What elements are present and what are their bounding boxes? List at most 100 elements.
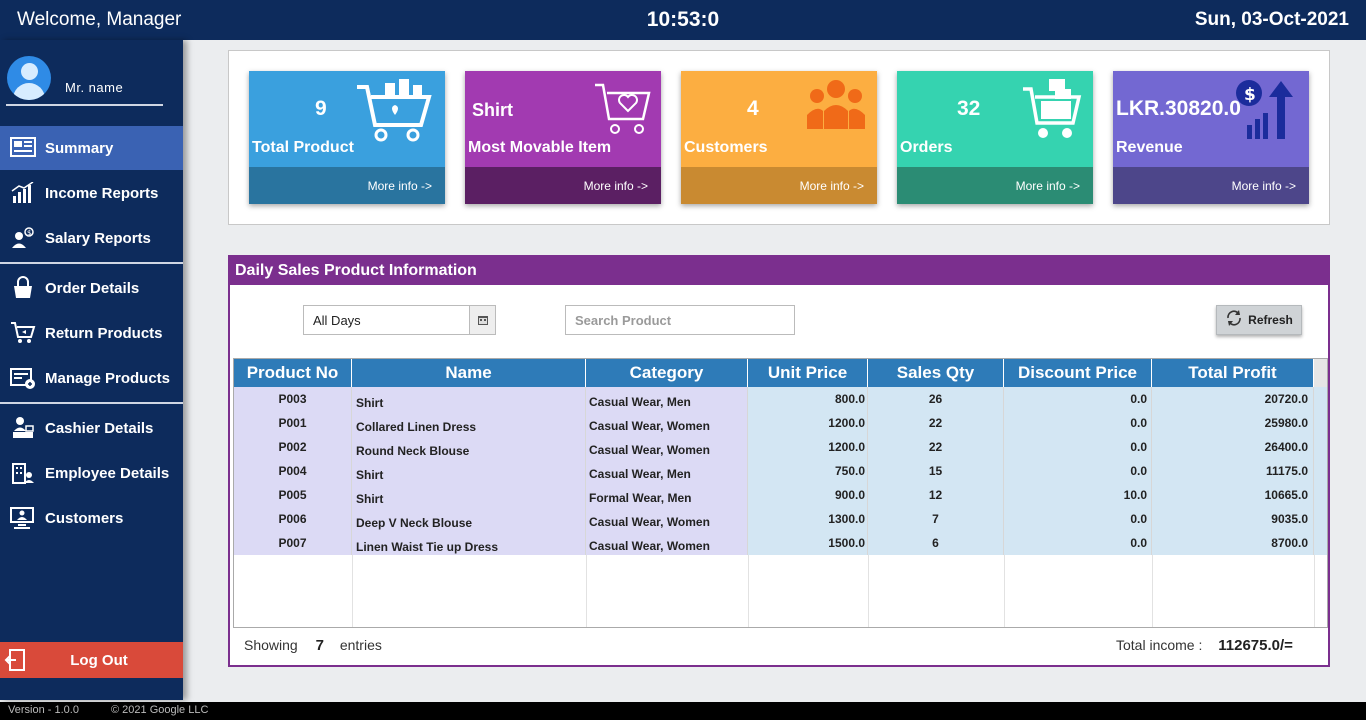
card-footer: More info ->: [897, 167, 1093, 204]
nav-label: Employee Details: [45, 464, 170, 482]
return-cart-icon: [0, 321, 45, 345]
status-footer: Version - 1.0.0 © 2021 Google LLC: [0, 702, 1366, 720]
total-income: Total income : 112675.0/=: [1116, 637, 1293, 654]
card-total-product[interactable]: 9 Total Product More info ->: [249, 71, 445, 204]
refresh-label: Refresh: [1248, 313, 1293, 327]
table-cell: 1200.0: [748, 411, 868, 435]
version-text: Version - 1.0.0: [8, 704, 79, 716]
svg-text:$: $: [27, 229, 31, 237]
table-row[interactable]: P005 Shirt Formal Wear, Men 900.0 12 10.0 1066…: [234, 483, 1327, 507]
card-footer: More info ->: [465, 167, 661, 204]
nav-label: Manage Products: [45, 369, 171, 387]
card-most-movable-item[interactable]: Shirt Most Movable Item More info ->: [465, 71, 661, 204]
income-label: Total income :: [1116, 637, 1203, 653]
filter-value: All Days: [313, 313, 361, 328]
table-cell: 22: [868, 435, 1004, 459]
row-filler: [1314, 531, 1327, 555]
table-cell: 11175.0: [1152, 459, 1314, 483]
table-row[interactable]: P007 Linen Waist Tie up Dress Casual Wear,…: [234, 531, 1327, 555]
table-cell: Shirt: [352, 483, 586, 507]
sidebar-item-customers[interactable]: Customers: [0, 496, 183, 540]
table-header: Product No Name Category Unit Price Sale…: [234, 359, 1314, 387]
sidebar-item-income-reports[interactable]: Income Reports: [0, 171, 183, 215]
sidebar-item-summary[interactable]: Summary: [0, 126, 183, 170]
column-header[interactable]: Discount Price: [1004, 359, 1152, 387]
card-customers[interactable]: 4 Customers More info ->: [681, 71, 877, 204]
table-cell: P007: [234, 531, 352, 555]
sidebar-item-order-details[interactable]: Order Details: [0, 266, 183, 310]
table-cell: 0.0: [1004, 435, 1152, 459]
table-cell: 22: [868, 411, 1004, 435]
table-row[interactable]: P004 Shirt Casual Wear, Men 750.0 15 0.0 11175…: [234, 459, 1327, 483]
more-info-link[interactable]: More info ->: [368, 179, 432, 193]
more-info-link[interactable]: More info ->: [584, 179, 648, 193]
sidebar-item-salary-reports[interactable]: $ Salary Reports: [0, 216, 183, 260]
refresh-icon: [1225, 309, 1243, 332]
entries-summary: Showing 7 entries: [244, 637, 382, 654]
card-footer: More info ->: [1113, 167, 1309, 204]
table-cell: Round Neck Blouse: [352, 435, 586, 459]
table-cell: Shirt: [352, 459, 586, 483]
table-cell: 6: [868, 531, 1004, 555]
sales-panel: Daily Sales Product Information All Days…: [228, 255, 1330, 667]
more-info-link[interactable]: More info ->: [800, 179, 864, 193]
row-filler: [1314, 411, 1327, 435]
table-cell: Formal Wear, Men: [586, 483, 748, 507]
user-name: Mr. name: [65, 80, 124, 95]
table-cell: P002: [234, 435, 352, 459]
product-cart-icon: [355, 79, 435, 154]
table-cell: 15: [868, 459, 1004, 483]
column-header[interactable]: Unit Price: [748, 359, 868, 387]
table-cell: Casual Wear, Men: [586, 387, 748, 411]
table-cell: 0.0: [1004, 459, 1152, 483]
search-product-input[interactable]: [565, 305, 795, 335]
table-cell: Linen Waist Tie up Dress: [352, 531, 586, 555]
table-cell: Collared Linen Dress: [352, 411, 586, 435]
day-filter-dropdown[interactable]: All Days: [303, 305, 496, 335]
card-value: Shirt: [472, 100, 514, 120]
more-info-link[interactable]: More info ->: [1016, 179, 1080, 193]
sidebar-item-employee-details[interactable]: Employee Details: [0, 451, 183, 495]
column-header[interactable]: Sales Qty: [868, 359, 1004, 387]
table-cell: Casual Wear, Women: [586, 531, 748, 555]
refresh-button[interactable]: Refresh: [1216, 305, 1302, 335]
card-value: LKR.30820.0: [1116, 97, 1241, 120]
welcome-text: Welcome, Manager: [17, 9, 182, 30]
sidebar-item-manage-products[interactable]: Manage Products: [0, 356, 183, 400]
card-label: Orders: [900, 139, 953, 156]
card-orders[interactable]: 32 Orders More info ->: [897, 71, 1093, 204]
table-cell: 1300.0: [748, 507, 868, 531]
income-chart-icon: [0, 182, 45, 204]
row-filler: [1314, 483, 1327, 507]
column-header[interactable]: Product No: [234, 359, 352, 387]
top-bar: Welcome, Manager 10:53:0 Sun, 03-Oct-202…: [0, 0, 1366, 40]
table-row[interactable]: P003 Shirt Casual Wear, Men 800.0 26 0.0 20720…: [234, 387, 1327, 411]
column-header[interactable]: Name: [352, 359, 586, 387]
more-info-link[interactable]: More info ->: [1232, 179, 1296, 193]
sidebar-item-return-products[interactable]: Return Products: [0, 311, 183, 355]
column-header[interactable]: Category: [586, 359, 748, 387]
logout-button[interactable]: Log Out: [0, 642, 183, 678]
table-cell: Casual Wear, Men: [586, 459, 748, 483]
sidebar: Mr. name Summary Income Reports $ Salary…: [0, 40, 183, 700]
table-cell: Casual Wear, Women: [586, 411, 748, 435]
table-scrollbar[interactable]: [1314, 359, 1327, 387]
table-row[interactable]: P001 Collared Linen Dress Casual Wear, Wom…: [234, 411, 1327, 435]
summary-cards: 9 Total Product More info -> Shirt Most …: [228, 50, 1330, 225]
column-header[interactable]: Total Profit: [1152, 359, 1314, 387]
table-cell: 1200.0: [748, 435, 868, 459]
table-row[interactable]: P002 Round Neck Blouse Casual Wear, Women 1…: [234, 435, 1327, 459]
nav-label: Customers: [45, 509, 124, 527]
card-revenue[interactable]: $ LKR.30820.0 Revenue More info ->: [1113, 71, 1309, 204]
income-value: 112675.0/=: [1218, 637, 1293, 654]
calendar-icon[interactable]: [469, 306, 495, 334]
table-row[interactable]: P006 Deep V Neck Blouse Casual Wear, Women…: [234, 507, 1327, 531]
row-filler: [1314, 459, 1327, 483]
card-value: 9: [315, 97, 327, 120]
nav-label: Income Reports: [45, 184, 159, 202]
sidebar-item-cashier-details[interactable]: Cashier Details: [0, 406, 183, 450]
table-cell: Shirt: [352, 387, 586, 411]
panel-title: Daily Sales Product Information: [230, 257, 1328, 285]
card-footer: More info ->: [681, 167, 877, 204]
shopping-bag-icon: [0, 276, 45, 300]
